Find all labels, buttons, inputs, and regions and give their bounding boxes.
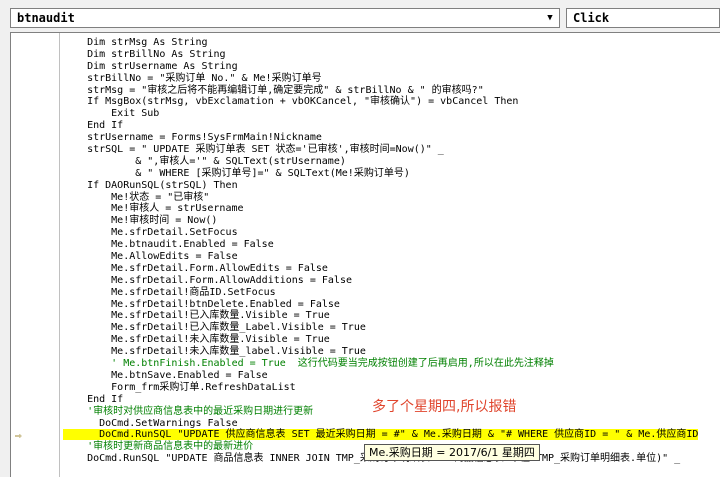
- code-line-text: Me.sfrDetail!未入库数量.Visible = True: [63, 334, 330, 346]
- code-line[interactable]: Dim strBillNo As String: [63, 49, 720, 61]
- code-line[interactable]: Me.sfrDetail!已入库数量.Visible = True: [63, 310, 720, 322]
- code-line[interactable]: End If: [63, 120, 720, 132]
- breakpoint-margin[interactable]: ⇨: [11, 33, 60, 477]
- code-line-text: strSQL = " UPDATE 采购订单表 SET 状态='已审核',审核时…: [63, 144, 444, 156]
- code-line-text: Me.sfrDetail!商品ID.SetFocus: [63, 286, 276, 298]
- code-line-text: Me.sfrDetail.SetFocus: [63, 227, 238, 239]
- code-line[interactable]: strSQL = " UPDATE 采购订单表 SET 状态='已审核',审核时…: [63, 144, 720, 156]
- code-line-text: DoCmd.RunSQL "UPDATE 供应商信息表 SET 最近采购日期 =…: [63, 429, 699, 441]
- procedure-combo-value: Click: [573, 11, 610, 25]
- code-line-text: If MsgBox(strMsg, vbExclamation + vbOKCa…: [63, 96, 519, 108]
- code-line[interactable]: Me.sfrDetail!商品ID.SetFocus: [63, 287, 720, 299]
- code-line[interactable]: Me!状态 = "已审核": [63, 192, 720, 204]
- code-line-text: Me.btnSave.Enabled = False: [63, 369, 268, 381]
- code-line[interactable]: Me.sfrDetail.SetFocus: [63, 227, 720, 239]
- code-line-text: Me!审核时间 = Now(): [63, 215, 218, 227]
- code-line-text: Me.sfrDetail!未入库数量_label.Visible = True: [63, 346, 366, 358]
- code-line-text: Form_frm采购订单.RefreshDataList: [63, 381, 296, 393]
- code-line-text: Me.sfrDetail.Form.AllowEdits = False: [63, 262, 328, 274]
- code-line-text: & " WHERE [采购订单号]=" & SQLText(Me!采购订单号): [63, 167, 410, 179]
- code-line[interactable]: Dim strMsg As String: [63, 37, 720, 49]
- code-line[interactable]: strBillNo = "采购订单 No." & Me!采购订单号: [63, 73, 720, 85]
- code-line[interactable]: Me.AllowEdits = False: [63, 251, 720, 263]
- code-editor[interactable]: ⇨ Dim strMsg As String Dim strBillNo As …: [10, 32, 720, 477]
- code-line[interactable]: Me.sfrDetail!未入库数量.Visible = True: [63, 334, 720, 346]
- code-line[interactable]: Me!审核人 = strUsername: [63, 203, 720, 215]
- code-line[interactable]: ' Me.btnFinish.Enabled = True 这行代码要当完成按钮…: [63, 358, 720, 370]
- dropdown-arrow-icon[interactable]: ▼: [541, 9, 559, 27]
- code-line[interactable]: If MsgBox(strMsg, vbExclamation + vbOKCa…: [63, 96, 720, 108]
- code-line-text: Exit Sub: [63, 108, 160, 120]
- code-line-text: End If: [63, 120, 124, 132]
- object-combo[interactable]: btnaudit ▼: [10, 8, 560, 28]
- code-line-text: strMsg = "审核之后将不能再编辑订单,确定要完成" & strBillN…: [63, 84, 484, 96]
- code-line[interactable]: Me.sfrDetail.Form.AllowEdits = False: [63, 263, 720, 275]
- code-line-text: '审核时对供应商信息表中的最近采购日期进行更新: [63, 405, 314, 417]
- object-combo-value: btnaudit: [17, 11, 75, 25]
- code-line[interactable]: Me!审核时间 = Now(): [63, 215, 720, 227]
- code-line[interactable]: strUsername = Forms!SysFrmMain!Nickname: [63, 132, 720, 144]
- code-line-text: Me.sfrDetail!btnDelete.Enabled = False: [63, 298, 340, 310]
- code-line-text: Dim strBillNo As String: [63, 48, 226, 60]
- code-line[interactable]: Exit Sub: [63, 108, 720, 120]
- code-line-text: Me.AllowEdits = False: [63, 251, 238, 263]
- code-line[interactable]: Form_frm采购订单.RefreshDataList: [63, 382, 720, 394]
- error-annotation: 多了个星期四,所以报错: [372, 399, 517, 415]
- code-line[interactable]: & " WHERE [采购订单号]=" & SQLText(Me!采购订单号): [63, 168, 720, 180]
- code-line-text: DoCmd.SetWarnings False: [63, 417, 238, 429]
- code-line-text: Me!状态 = "已审核": [63, 191, 210, 203]
- code-line[interactable]: Me.sfrDetail!btnDelete.Enabled = False: [63, 299, 720, 311]
- code-line-text: strUsername = Forms!SysFrmMain!Nickname: [63, 132, 322, 144]
- code-line-text: ' Me.btnFinish.Enabled = True 这行代码要当完成按钮…: [63, 358, 554, 370]
- code-line-text: Me.sfrDetail!已入库数量_Label.Visible = True: [63, 322, 366, 334]
- code-line[interactable]: Me.sfrDetail!已入库数量_Label.Visible = True: [63, 322, 720, 334]
- code-line-text: Me.btnaudit.Enabled = False: [63, 239, 274, 251]
- code-line-text: strBillNo = "采购订单 No." & Me!采购订单号: [63, 72, 322, 84]
- code-line-text: Me!审核人 = strUsername: [63, 203, 244, 215]
- code-line[interactable]: Me.btnSave.Enabled = False: [63, 370, 720, 382]
- code-line[interactable]: Me.sfrDetail!未入库数量_label.Visible = True: [63, 346, 720, 358]
- procedure-combo[interactable]: Click: [566, 8, 720, 28]
- code-line-text: & ",审核人='" & SQLText(strUsername): [63, 155, 346, 167]
- code-line-text: Dim strUsername As String: [63, 60, 238, 72]
- code-line-text: If DAORunSQL(strSQL) Then: [63, 179, 238, 191]
- code-line[interactable]: & ",审核人='" & SQLText(strUsername): [63, 156, 720, 168]
- code-line[interactable]: DoCmd.SetWarnings False: [63, 418, 720, 430]
- code-line[interactable]: If DAORunSQL(strSQL) Then: [63, 180, 720, 192]
- code-line-text: Me.sfrDetail.Form.AllowAdditions = False: [63, 274, 352, 286]
- code-line[interactable]: Me.btnaudit.Enabled = False: [63, 239, 720, 251]
- code-line[interactable]: Me.sfrDetail.Form.AllowAdditions = False: [63, 275, 720, 287]
- code-line[interactable]: Dim strUsername As String: [63, 61, 720, 73]
- code-line-text: Dim strMsg As String: [63, 37, 208, 48]
- code-line[interactable]: DoCmd.RunSQL "UPDATE 供应商信息表 SET 最近采购日期 =…: [63, 429, 720, 441]
- code-line-text: '审核时更新商品信息表中的最新进价: [63, 441, 254, 453]
- current-line-arrow-icon: ⇨: [15, 428, 22, 442]
- value-tooltip: Me.采购日期 = 2017/6/1 星期四: [364, 444, 540, 461]
- code-line-text: Me.sfrDetail!已入库数量.Visible = True: [63, 310, 330, 322]
- code-line[interactable]: strMsg = "审核之后将不能再编辑订单,确定要完成" & strBillN…: [63, 85, 720, 97]
- code-line-text: End If: [63, 393, 124, 405]
